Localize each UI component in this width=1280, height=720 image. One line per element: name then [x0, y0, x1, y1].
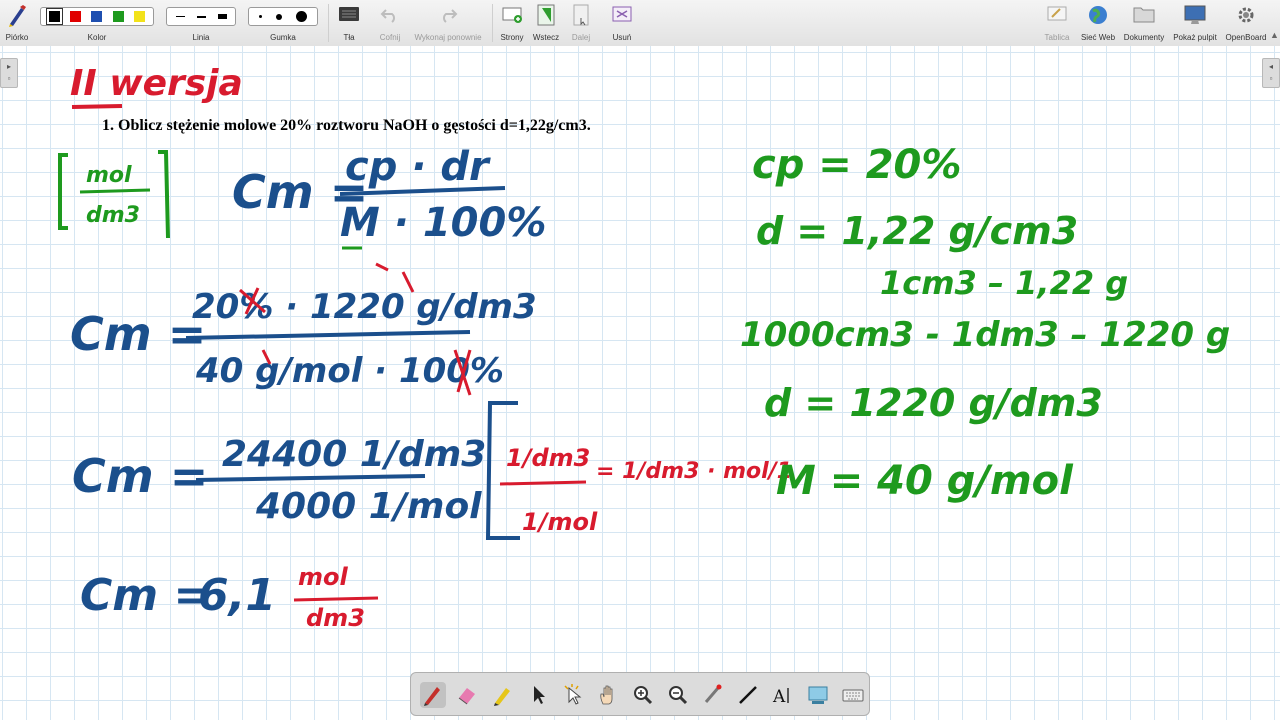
eraser-large[interactable]	[296, 11, 308, 22]
pen-icon	[9, 5, 26, 27]
whiteboard-canvas[interactable]	[0, 46, 1280, 720]
eraser-medium[interactable]	[275, 13, 282, 20]
selector-icon	[534, 686, 545, 704]
eraser-size-picker	[248, 7, 318, 26]
laser-pointer-icon	[704, 684, 722, 703]
gear-icon	[1238, 7, 1254, 23]
laser-pointer-tool-button[interactable]	[700, 682, 726, 708]
redo-button[interactable]: Wykonaj ponownie	[410, 0, 486, 46]
top-toolbar: Piórko Kolor Linia Gumka Tła Cofnij Wyko…	[0, 0, 1280, 47]
back-button[interactable]: Wstecz	[530, 0, 562, 46]
color-label: Kolor	[87, 33, 107, 42]
capture-icon	[808, 686, 828, 704]
toolbar-divider	[492, 4, 493, 42]
text-icon: A	[772, 687, 789, 707]
pages-label: Strony	[500, 33, 524, 42]
board-icon	[1047, 6, 1067, 21]
next-page-icon	[573, 4, 589, 26]
marker-icon	[494, 688, 510, 706]
line-medium[interactable]	[196, 15, 206, 18]
back-label: Wstecz	[532, 33, 560, 42]
next-button[interactable]: Dalej	[566, 0, 596, 46]
eraser-icon	[458, 688, 475, 705]
desktop-label: Pokaż pulpit	[1173, 33, 1217, 42]
color-red[interactable]	[70, 11, 82, 22]
selector-tool-button[interactable]	[525, 682, 551, 708]
color-green[interactable]	[112, 11, 124, 22]
interactor-icon	[564, 684, 582, 705]
documents-button[interactable]: Dokumenty	[1120, 0, 1168, 46]
undo-label: Cofnij	[379, 33, 401, 42]
zoom-in-tool-button[interactable]	[630, 682, 656, 708]
left-panel-toggle[interactable]: ▸ ▫	[0, 58, 18, 88]
line-thin[interactable]	[175, 16, 185, 17]
pages-button[interactable]: Strony	[496, 0, 528, 46]
zoom-out-tool-button[interactable]	[665, 682, 691, 708]
show-desktop-button[interactable]: Pokaż pulpit	[1170, 0, 1220, 46]
color-group: Kolor	[40, 0, 154, 46]
delete-button[interactable]: Usuń	[606, 0, 638, 46]
pen-button[interactable]: Piórko	[2, 0, 32, 46]
svg-text:A: A	[772, 687, 786, 707]
bottom-toolbar: A	[410, 672, 870, 716]
problem-statement: 1. Oblicz stężenie molowe 20% roztworu N…	[102, 117, 591, 134]
color-blue[interactable]	[91, 11, 103, 22]
hand-icon	[600, 685, 613, 705]
hand-tool-button[interactable]	[595, 682, 621, 708]
line-group: Linia	[166, 0, 236, 46]
capture-tool-button[interactable]	[805, 682, 831, 708]
previous-page-icon	[537, 4, 555, 26]
virtual-keyboard-icon	[842, 689, 864, 702]
eraser-label: Gumka	[270, 33, 296, 42]
zoom-out-icon	[669, 686, 688, 705]
delete-page-icon	[612, 6, 632, 22]
eraser-group: Gumka	[248, 0, 318, 46]
zoom-in-icon	[634, 686, 653, 705]
undo-button[interactable]: Cofnij	[374, 0, 406, 46]
virtual-keyboard-tool-button[interactable]	[840, 682, 866, 708]
openboard-label: OpenBoard	[1225, 33, 1267, 42]
color-palette	[40, 7, 154, 26]
globe-icon	[1089, 6, 1107, 24]
background-label: Tła	[343, 33, 355, 42]
folder-icon	[1133, 7, 1155, 23]
line-label: Linia	[192, 33, 210, 42]
eraser-tool-button[interactable]	[455, 682, 481, 708]
color-black[interactable]	[45, 8, 63, 25]
desktop-icon	[1184, 5, 1206, 24]
color-yellow[interactable]	[134, 11, 146, 22]
redo-icon	[443, 9, 458, 23]
board-label: Tablica	[1044, 33, 1070, 42]
line-thick[interactable]	[217, 14, 227, 19]
line-tool-button[interactable]	[735, 682, 761, 708]
openboard-menu-button[interactable]: OpenBoard	[1222, 0, 1270, 46]
eraser-small[interactable]	[258, 15, 262, 18]
undo-icon	[380, 9, 395, 23]
redo-label: Wykonaj ponownie	[414, 33, 482, 42]
web-button[interactable]: Sieć Web	[1078, 0, 1118, 46]
toolbar-divider	[328, 4, 329, 42]
marker-tool-button[interactable]	[490, 682, 516, 708]
interactor-tool-button[interactable]	[560, 682, 586, 708]
background-button[interactable]: Tła	[334, 0, 364, 46]
documents-label: Dokumenty	[1123, 33, 1165, 42]
next-label: Dalej	[571, 33, 591, 42]
right-panel-toggle[interactable]: ◂ ▫	[1262, 58, 1280, 88]
pen-icon	[424, 687, 440, 706]
line-width-picker	[166, 7, 236, 26]
delete-label: Usuń	[612, 33, 632, 42]
background-icon	[339, 7, 359, 21]
web-label: Sieć Web	[1080, 33, 1116, 42]
add-page-icon	[502, 7, 522, 23]
board-mode-button[interactable]: Tablica	[1040, 0, 1074, 46]
collapse-arrow-icon[interactable]: ▲	[1270, 30, 1279, 40]
pen-label: Piórko	[5, 33, 29, 42]
text-tool-button[interactable]: A	[770, 682, 796, 708]
pen-tool-button[interactable]	[420, 682, 446, 708]
line-icon	[739, 686, 757, 704]
